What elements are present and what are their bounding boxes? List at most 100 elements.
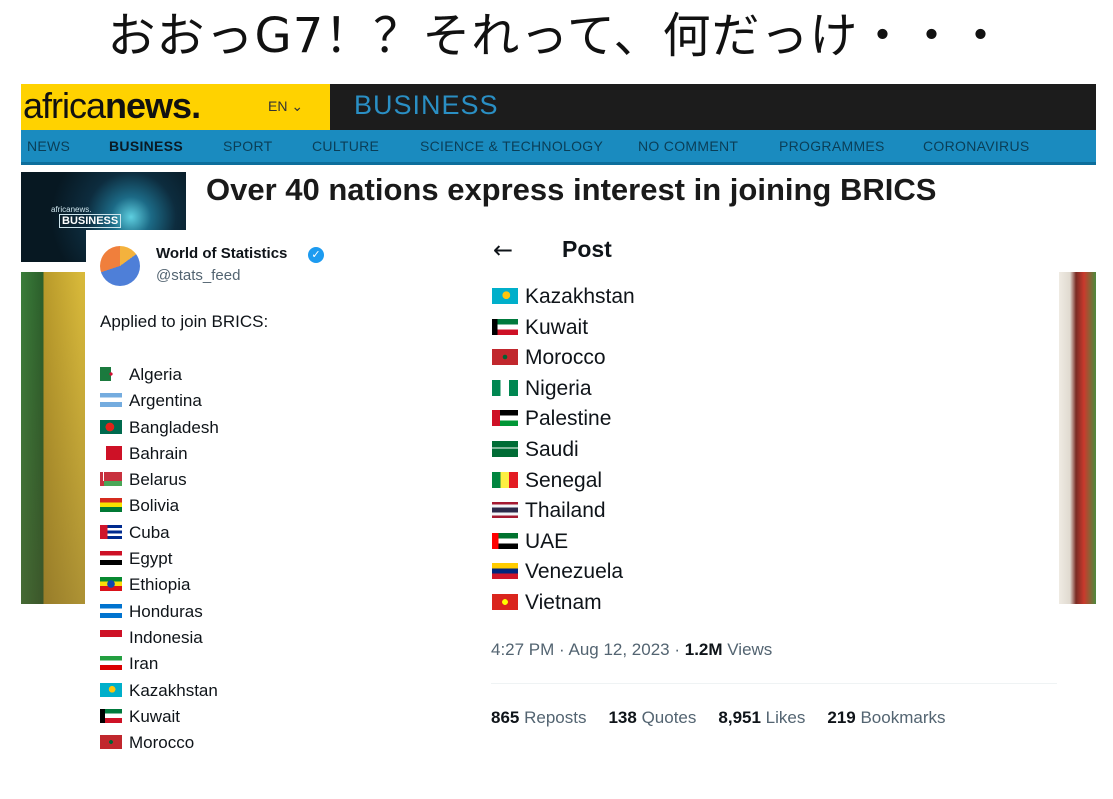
country-list-item: Venezuela	[492, 557, 635, 588]
stat-label: Reposts	[519, 708, 587, 727]
background-photo-left	[21, 272, 85, 604]
language-selector[interactable]: EN ⌄	[268, 98, 303, 115]
country-list-item: Kazakhstan	[100, 678, 219, 704]
iran-flag-icon	[100, 656, 122, 671]
country-list-item: Kuwait	[492, 313, 635, 344]
tweet-timestamp[interactable]: 4:27 PM · Aug 12, 2023 ·	[491, 640, 685, 659]
kazakhstan-flag-icon	[492, 288, 518, 304]
country-list-item: Morocco	[492, 343, 635, 374]
thumbnail-label: BUSINESS	[59, 214, 122, 228]
tweet-intro-text: Applied to join BRICS:	[100, 312, 269, 331]
country-name: Palestine	[525, 407, 612, 431]
nav-item-coronavirus[interactable]: CORONAVIRUS	[923, 138, 1030, 154]
engagement-stats: 865 Reposts 138 Quotes 8,951 Likes 219 Book…	[491, 708, 967, 728]
nav-item-news[interactable]: NEWS	[27, 138, 70, 154]
tweet-card-right: ← Post Kazakhstan Kuwait Morocco Nigeria Pal…	[483, 228, 1059, 758]
country-name: Nigeria	[525, 376, 592, 400]
country-list-item: Argentina	[100, 388, 219, 414]
country-list-item: Honduras	[100, 599, 219, 625]
country-list-item: Kazakhstan	[492, 282, 635, 313]
country-name: Honduras	[129, 601, 203, 621]
stat-count: 865	[491, 708, 520, 727]
country-name: Indonesia	[129, 627, 203, 647]
country-name: Bangladesh	[129, 417, 219, 437]
venezuela-flag-icon	[492, 563, 518, 580]
section-title: BUSINESS	[354, 90, 499, 120]
country-list-item: Nigeria	[492, 374, 635, 405]
divider	[491, 683, 1057, 684]
tweet-card-left: World of Statistics ✓ @stats_feed Applie…	[86, 230, 486, 770]
country-list-item: Morocco	[100, 730, 219, 756]
country-name: Vietnam	[525, 590, 602, 614]
saudi-flag-icon	[492, 440, 518, 457]
country-list-right: Kazakhstan Kuwait Morocco Nigeria Palestine S…	[492, 282, 635, 619]
tweet-meta: 4:27 PM · Aug 12, 2023 · 1.2M Views	[491, 640, 772, 660]
country-name: Kuwait	[129, 706, 181, 726]
morocco-flag-icon	[100, 735, 122, 750]
country-list-item: Iran	[100, 651, 219, 677]
kuwait-flag-icon	[492, 318, 518, 335]
country-list-item: Senegal	[492, 466, 635, 497]
country-name: Bahrain	[129, 443, 188, 463]
country-list-item: Bahrain	[100, 441, 219, 467]
nigeria-flag-icon	[492, 379, 518, 396]
stat-likes[interactable]: 8,951 Likes	[718, 708, 805, 727]
country-name: Algeria	[129, 365, 182, 384]
country-list-item: Cuba	[100, 520, 219, 546]
nav-item-no-comment[interactable]: NO COMMENT	[638, 138, 738, 154]
country-name: Belarus	[129, 470, 187, 490]
thailand-flag-icon	[492, 502, 518, 519]
country-name: Thailand	[525, 499, 606, 523]
back-arrow-icon[interactable]: ←	[493, 236, 513, 264]
country-list-left: Algeria Argentina Bangladesh Bahrain Belarus…	[100, 362, 219, 756]
country-name: Kazakhstan	[525, 285, 635, 308]
vietnam-flag-icon	[492, 593, 518, 610]
country-name: Morocco	[129, 733, 195, 753]
account-name[interactable]: World of Statistics	[156, 245, 287, 262]
country-name: Argentina	[129, 391, 202, 411]
egypt-flag-icon	[100, 551, 122, 566]
article-title[interactable]: Over 40 nations express interest in join…	[206, 172, 936, 208]
country-name: Morocco	[525, 346, 606, 370]
uae-flag-icon	[492, 532, 518, 549]
palestine-flag-icon	[492, 410, 518, 427]
belarus-flag-icon	[100, 472, 122, 487]
indonesia-flag-icon	[100, 629, 122, 644]
stat-reposts[interactable]: 865 Reposts	[491, 708, 586, 727]
honduras-flag-icon	[100, 603, 122, 618]
africanews-logo[interactable]: africanews. EN ⌄	[21, 84, 330, 130]
thumbnail-brand: africanews.	[51, 205, 92, 214]
stat-label: Bookmarks	[855, 708, 946, 727]
stat-bookmarks[interactable]: 219 Bookmarks	[827, 708, 945, 727]
country-name: Egypt	[129, 549, 173, 569]
bangladesh-flag-icon	[100, 419, 122, 434]
senegal-flag-icon	[492, 471, 518, 488]
stat-count: 138	[608, 708, 637, 727]
country-list-item: Bolivia	[100, 493, 219, 519]
stat-count: 219	[827, 708, 856, 727]
country-name: Kuwait	[525, 315, 589, 339]
main-nav: NEWS BUSINESS SPORT CULTURE SCIENCE & TE…	[21, 130, 1096, 165]
nav-item-sport[interactable]: SPORT	[223, 138, 272, 154]
stat-label: Likes	[760, 708, 806, 727]
kuwait-flag-icon	[100, 708, 122, 723]
nav-item-culture[interactable]: CULTURE	[312, 138, 379, 154]
country-list-item: Ethiopia	[100, 572, 219, 598]
country-list-item: Algeria	[100, 362, 219, 388]
country-name: Venezuela	[525, 560, 624, 584]
cuba-flag-icon	[100, 524, 122, 539]
account-handle[interactable]: @stats_feed	[156, 267, 240, 284]
nav-item-business[interactable]: BUSINESS	[109, 138, 183, 154]
country-list-item: Palestine	[492, 404, 635, 435]
nav-item-programmes[interactable]: PROGRAMMES	[779, 138, 885, 154]
avatar[interactable]	[100, 246, 140, 286]
country-list-item: Thailand	[492, 496, 635, 527]
country-list-item: UAE	[492, 527, 635, 558]
country-list-item: Indonesia	[100, 625, 219, 651]
views-count: 1.2M	[684, 640, 723, 659]
nav-item-science-technology[interactable]: SCIENCE & TECHNOLOGY	[420, 138, 603, 154]
country-name: Iran	[129, 654, 159, 674]
stat-quotes[interactable]: 138 Quotes	[608, 708, 696, 727]
country-name: Cuba	[129, 522, 170, 542]
country-name: Senegal	[525, 468, 603, 492]
